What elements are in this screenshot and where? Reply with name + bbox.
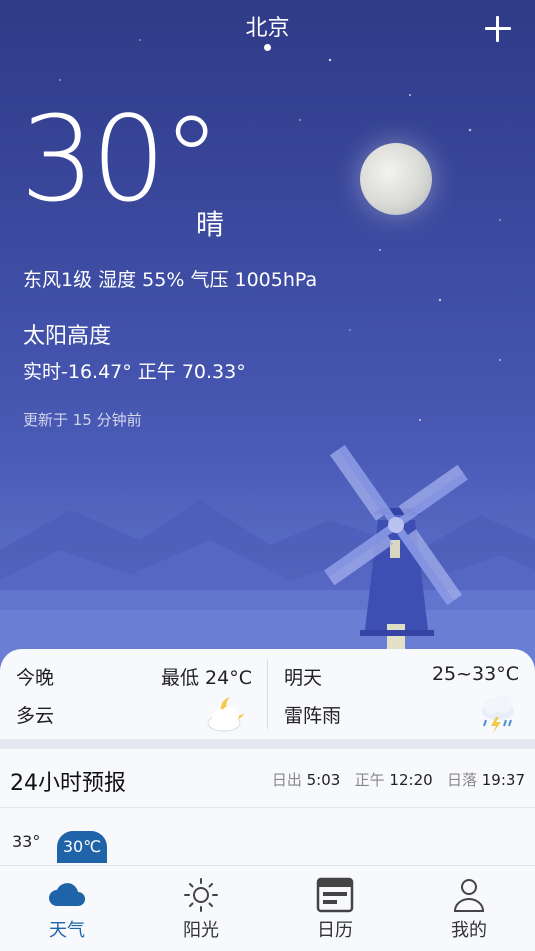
sunset-time: 19:37 xyxy=(481,771,525,789)
updated-time: 更新于 15 分钟前 xyxy=(23,411,142,429)
forecast-current-badge: 30℃ xyxy=(57,831,107,863)
tab-sunshine-label: 阳光 xyxy=(183,920,219,941)
forecast-high-temp: 33° xyxy=(12,832,41,851)
plus-icon[interactable] xyxy=(483,14,513,44)
tonight-panel[interactable]: 今晚 最低 24°C 多云 xyxy=(0,649,267,739)
city-name[interactable]: 北京 xyxy=(0,10,535,42)
sun-altitude-values: 实时-16.47° 正午 70.33° xyxy=(23,361,246,383)
sun-times: 日出 5:03 正午 12:20 日落 19:37 xyxy=(272,769,525,790)
noon-time: 12:20 xyxy=(389,771,433,789)
tomorrow-desc: 雷阵雨 xyxy=(284,705,342,727)
cloud-icon xyxy=(49,883,85,906)
sun-icon xyxy=(184,878,218,912)
tonight-label: 今晚 xyxy=(16,667,55,689)
forecast-divider xyxy=(0,807,535,808)
weather-hero: 北京 30° 晴 东风1级 湿度 55% 气压 1005hPa 太阳高度 实时-… xyxy=(0,0,535,700)
tab-weather[interactable]: 天气 xyxy=(0,866,134,951)
moon-cloud-icon xyxy=(207,697,244,732)
tab-sunshine[interactable]: 阳光 xyxy=(134,866,268,951)
tab-weather-label: 天气 xyxy=(49,920,85,941)
noon-label: 正午 xyxy=(354,771,385,789)
page-indicator-dot xyxy=(264,44,271,51)
tomorrow-panel[interactable]: 明天 25~33°C 雷阵雨 xyxy=(268,649,535,739)
tonight-low: 最低 24°C xyxy=(161,667,252,689)
tab-calendar-label: 日历 xyxy=(317,920,353,941)
bottom-tab-bar: 天气 阳光 日历 我的 xyxy=(0,865,535,951)
current-condition: 晴 xyxy=(196,208,225,241)
tab-mine-label: 我的 xyxy=(451,920,487,941)
sunrise-label: 日出 xyxy=(271,771,302,789)
tonight-desc: 多云 xyxy=(16,705,55,727)
person-icon xyxy=(453,879,485,912)
sunset-label: 日落 xyxy=(446,771,477,789)
forecast-24h: 24小时预报 日出 5:03 正午 12:20 日落 19:37 33° 30℃ xyxy=(0,749,535,865)
current-temperature: 30° xyxy=(20,90,221,228)
section-separator xyxy=(0,739,535,749)
forecast-title: 24小时预报 xyxy=(10,771,126,796)
tomorrow-range: 25~33°C xyxy=(431,663,519,685)
tab-calendar[interactable]: 日历 xyxy=(268,866,402,951)
sun-altitude-title: 太阳高度 xyxy=(23,324,112,349)
tomorrow-label: 明天 xyxy=(284,667,323,689)
weather-details: 东风1级 湿度 55% 气压 1005hPa xyxy=(23,269,318,291)
thunderstorm-icon xyxy=(482,695,514,733)
tab-mine[interactable]: 我的 xyxy=(402,866,535,951)
calendar-icon xyxy=(316,877,354,913)
today-tomorrow-card: 今晚 最低 24°C 多云 明天 25~33°C 雷阵雨 xyxy=(0,649,535,739)
moon-icon xyxy=(360,143,432,215)
sunrise-time: 5:03 xyxy=(306,771,341,789)
